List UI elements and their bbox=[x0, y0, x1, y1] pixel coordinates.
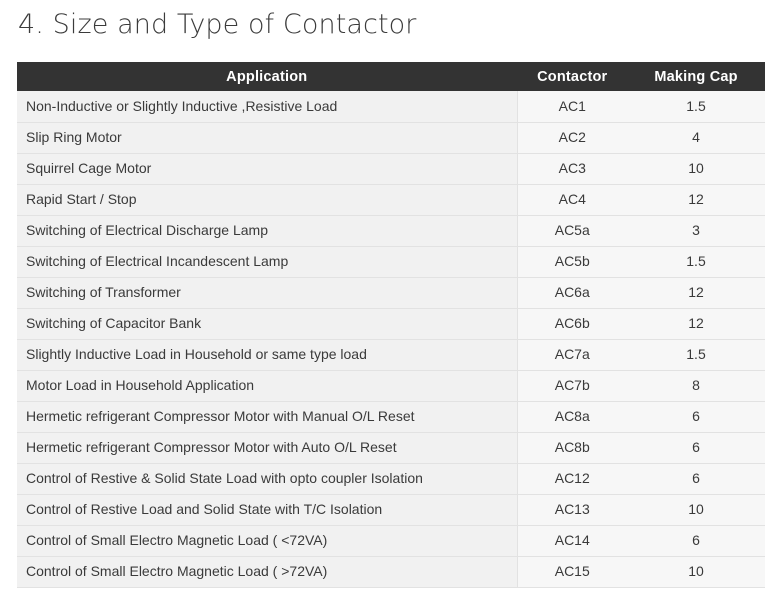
table-body: Non-Inductive or Slightly Inductive ,Res… bbox=[17, 91, 765, 588]
table-row: Non-Inductive or Slightly Inductive ,Res… bbox=[17, 91, 765, 123]
document-page: 4. Size and Type of Contactor Applicatio… bbox=[0, 0, 775, 598]
cell-application: Slightly Inductive Load in Household or … bbox=[17, 339, 518, 371]
cell-contactor: AC12 bbox=[517, 463, 627, 495]
page-title: 4. Size and Type of Contactor bbox=[18, 9, 417, 40]
cell-application: Slip Ring Motor bbox=[17, 122, 518, 154]
table-header: Application Contactor Making Cap bbox=[17, 62, 765, 91]
cell-making-cap: 6 bbox=[627, 525, 765, 557]
column-header-contactor: Contactor bbox=[517, 62, 627, 91]
cell-contactor: AC6a bbox=[517, 277, 627, 309]
cell-contactor: AC5a bbox=[517, 215, 627, 247]
cell-making-cap: 12 bbox=[627, 277, 765, 309]
cell-application: Switching of Electrical Discharge Lamp bbox=[17, 215, 518, 247]
cell-making-cap: 1.5 bbox=[627, 339, 765, 371]
table-row: Hermetic refrigerant Compressor Motor wi… bbox=[17, 401, 765, 433]
contactor-specification-table: Application Contactor Making Cap Non-Ind… bbox=[17, 62, 765, 588]
table-row: Squirrel Cage Motor AC3 10 bbox=[17, 153, 765, 185]
table-row: Hermetic refrigerant Compressor Motor wi… bbox=[17, 432, 765, 464]
cell-application: Control of Small Electro Magnetic Load (… bbox=[17, 556, 518, 588]
cell-application: Control of Small Electro Magnetic Load (… bbox=[17, 525, 518, 557]
cell-making-cap: 6 bbox=[627, 401, 765, 433]
cell-making-cap: 8 bbox=[627, 370, 765, 402]
cell-making-cap: 4 bbox=[627, 122, 765, 154]
cell-contactor: AC8b bbox=[517, 432, 627, 464]
cell-contactor: AC1 bbox=[517, 91, 627, 123]
cell-application: Switching of Transformer bbox=[17, 277, 518, 309]
cell-making-cap: 6 bbox=[627, 463, 765, 495]
cell-making-cap: 1.5 bbox=[627, 91, 765, 123]
table-row: Rapid Start / Stop AC4 12 bbox=[17, 184, 765, 216]
cell-application: Non-Inductive or Slightly Inductive ,Res… bbox=[17, 91, 518, 123]
cell-contactor: AC2 bbox=[517, 122, 627, 154]
cell-contactor: AC8a bbox=[517, 401, 627, 433]
cell-making-cap: 10 bbox=[627, 153, 765, 185]
cell-contactor: AC14 bbox=[517, 525, 627, 557]
table-row: Motor Load in Household Application AC7b 8 bbox=[17, 370, 765, 402]
cell-application: Squirrel Cage Motor bbox=[17, 153, 518, 185]
cell-making-cap: 10 bbox=[627, 494, 765, 526]
cell-making-cap: 3 bbox=[627, 215, 765, 247]
cell-making-cap: 1.5 bbox=[627, 246, 765, 278]
table-header-row: Application Contactor Making Cap bbox=[17, 62, 765, 91]
cell-application: Motor Load in Household Application bbox=[17, 370, 518, 402]
table-row: Control of Restive & Solid State Load wi… bbox=[17, 463, 765, 495]
table-row: Slightly Inductive Load in Household or … bbox=[17, 339, 765, 371]
cell-application: Hermetic refrigerant Compressor Motor wi… bbox=[17, 432, 518, 464]
cell-contactor: AC3 bbox=[517, 153, 627, 185]
cell-contactor: AC7a bbox=[517, 339, 627, 371]
table-row: Switching of Electrical Incandescent Lam… bbox=[17, 246, 765, 278]
cell-application: Hermetic refrigerant Compressor Motor wi… bbox=[17, 401, 518, 433]
cell-contactor: AC5b bbox=[517, 246, 627, 278]
cell-contactor: AC7b bbox=[517, 370, 627, 402]
contactor-table-container: Application Contactor Making Cap Non-Ind… bbox=[17, 62, 765, 588]
cell-contactor: AC15 bbox=[517, 556, 627, 588]
column-header-application: Application bbox=[17, 62, 518, 91]
cell-application: Rapid Start / Stop bbox=[17, 184, 518, 216]
table-row: Switching of Transformer AC6a 12 bbox=[17, 277, 765, 309]
table-row: Control of Small Electro Magnetic Load (… bbox=[17, 525, 765, 557]
cell-application: Control of Restive Load and Solid State … bbox=[17, 494, 518, 526]
table-row: Switching of Capacitor Bank AC6b 12 bbox=[17, 308, 765, 340]
table-row: Control of Small Electro Magnetic Load (… bbox=[17, 556, 765, 588]
table-row: Control of Restive Load and Solid State … bbox=[17, 494, 765, 526]
cell-making-cap: 6 bbox=[627, 432, 765, 464]
column-header-making-cap: Making Cap bbox=[627, 62, 765, 91]
cell-contactor: AC13 bbox=[517, 494, 627, 526]
cell-application: Switching of Electrical Incandescent Lam… bbox=[17, 246, 518, 278]
cell-contactor: AC6b bbox=[517, 308, 627, 340]
table-row: Slip Ring Motor AC2 4 bbox=[17, 122, 765, 154]
cell-contactor: AC4 bbox=[517, 184, 627, 216]
cell-application: Control of Restive & Solid State Load wi… bbox=[17, 463, 518, 495]
cell-making-cap: 12 bbox=[627, 308, 765, 340]
cell-making-cap: 12 bbox=[627, 184, 765, 216]
cell-making-cap: 10 bbox=[627, 556, 765, 588]
table-row: Switching of Electrical Discharge Lamp AC… bbox=[17, 215, 765, 247]
cell-application: Switching of Capacitor Bank bbox=[17, 308, 518, 340]
